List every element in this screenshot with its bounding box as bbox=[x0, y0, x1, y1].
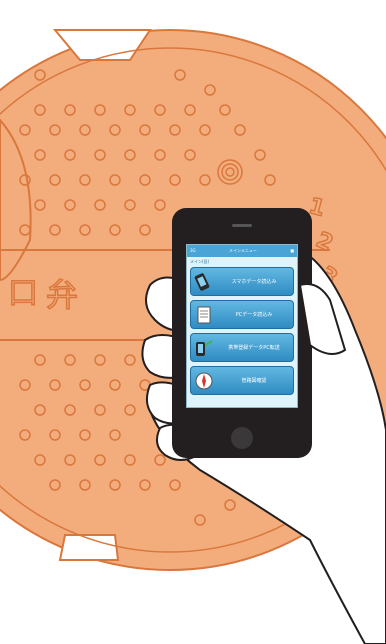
cover-side-char: 口 bbox=[8, 276, 38, 311]
transfer-icon bbox=[196, 339, 213, 356]
menu-label: スマホデータ読込み bbox=[231, 279, 277, 285]
menu-button-data-transfer[interactable]: 携帯登録データPC転送 bbox=[190, 333, 294, 362]
cover-label-char: 弁 bbox=[46, 276, 78, 314]
battery-icon: ■ bbox=[290, 248, 294, 253]
phone-read-icon bbox=[194, 272, 210, 291]
menu-button-smartphone-read[interactable]: スマホデータ読込み bbox=[190, 267, 294, 296]
app-menu: スマホデータ読込み PCデータ読込み 携帯登録データPC転送 管路図確認 bbox=[187, 265, 297, 401]
menu-label: 携帯登録データPC転送 bbox=[228, 345, 280, 351]
app-status-bar: 3G メインメニュー ■ bbox=[187, 245, 297, 257]
compass-icon bbox=[195, 372, 213, 389]
menu-label: 管路図確認 bbox=[241, 378, 267, 384]
menu-button-pc-read[interactable]: PCデータ読込み bbox=[190, 300, 294, 329]
menu-label: PCデータ読込み bbox=[235, 312, 273, 318]
app-title: メインメニュー bbox=[228, 248, 257, 253]
menu-button-pipe-map[interactable]: 管路図確認 bbox=[190, 366, 294, 395]
signal-label: 3G bbox=[190, 248, 196, 253]
document-icon bbox=[197, 306, 211, 323]
app-screen: 3G メインメニュー ■ メイン(旧) スマホデータ読込み PCデータ読込み 携… bbox=[186, 244, 298, 408]
home-button-icon bbox=[231, 427, 253, 449]
app-subtitle: メイン(旧) bbox=[190, 259, 210, 264]
